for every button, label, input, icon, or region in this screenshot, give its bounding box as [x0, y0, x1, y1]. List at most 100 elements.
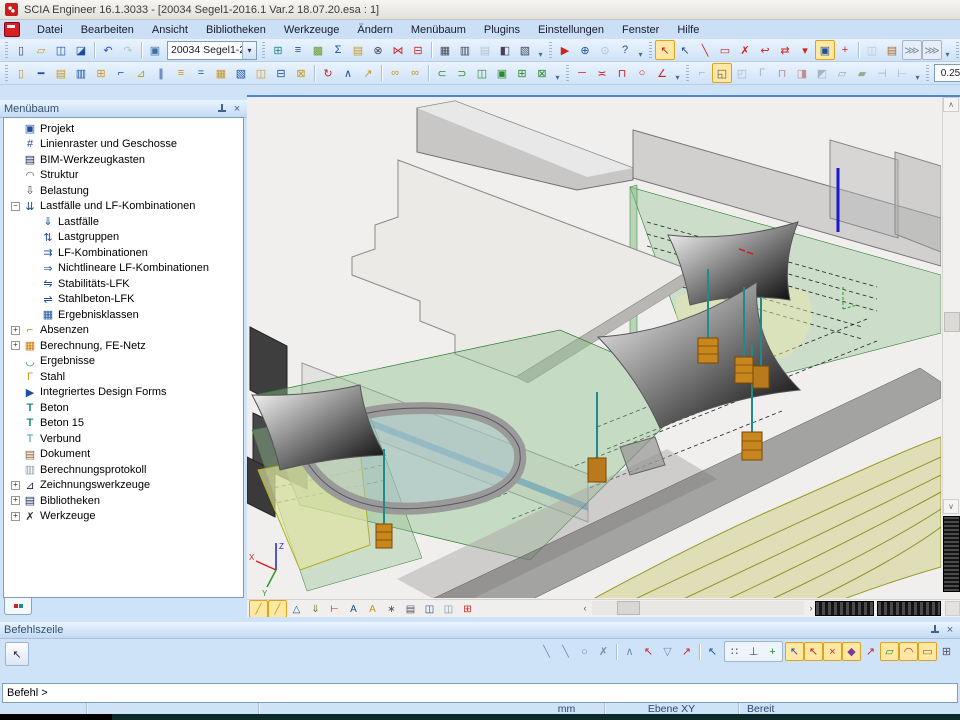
tree-item[interactable]: − ⇊ Lastfälle und LF-Kombinationen — [4, 199, 243, 215]
tree-expander[interactable]: − — [11, 202, 20, 211]
snap-settings-button[interactable]: ↖ — [703, 642, 722, 661]
bim-toolbox-button[interactable]: ⊞ — [268, 40, 288, 60]
draw-panel-button[interactable]: ▧ — [231, 63, 251, 83]
tree-expander[interactable]: + — [11, 481, 20, 490]
draw-line-button[interactable]: ─ — [572, 63, 592, 83]
snap-perpendicular-button[interactable]: ↖ — [639, 642, 658, 661]
dot-grid-button[interactable]: ▭ — [918, 642, 937, 661]
select-single-button[interactable]: ↖ — [675, 40, 695, 60]
document-view-button[interactable]: ▤ — [401, 600, 420, 618]
align-tool-2-button[interactable]: ◱ — [712, 63, 732, 83]
draw-cross-link-button[interactable]: = — [191, 63, 211, 83]
menu-item[interactable]: Bibliotheken — [197, 22, 275, 38]
zoom-selection-button[interactable]: + — [835, 40, 855, 60]
menu-item[interactable]: Menübaum — [402, 22, 475, 38]
toolbar-grip[interactable] — [686, 65, 689, 81]
print-button[interactable]: ▦ — [435, 40, 455, 60]
materials-button[interactable]: Σ — [328, 40, 348, 60]
draw-circle-button[interactable]: ○ — [632, 63, 652, 83]
tree-item[interactable]: # Linienraster und Geschosse — [4, 137, 243, 153]
ucs-button[interactable]: ∧ — [338, 63, 358, 83]
align-tool-6-button[interactable]: ◨ — [792, 63, 812, 83]
refine-mesh-button[interactable]: ⊠ — [291, 63, 311, 83]
tree-item[interactable]: ▤ Dokument — [4, 447, 243, 463]
snap-arc-button[interactable]: ◠ — [899, 642, 918, 661]
load-panel-button[interactable]: ⊟ — [408, 40, 428, 60]
tree-item[interactable]: ⇩ Belastung — [4, 183, 243, 199]
align-tool-1-button[interactable]: ⌐ — [692, 63, 712, 83]
snap-node-button[interactable]: ↖ — [804, 642, 823, 661]
tree-expander[interactable]: + — [11, 341, 20, 350]
cross-sections-button[interactable]: ▩ — [308, 40, 328, 60]
toolbar-grip[interactable] — [5, 65, 8, 81]
align-tool-4-button[interactable]: Γ — [752, 63, 772, 83]
grid-snap-button[interactable]: ∷ — [725, 642, 744, 661]
overflow-chevron-icon[interactable]: ▾ — [535, 41, 546, 59]
vertical-zoom-strip[interactable] — [943, 516, 960, 592]
tree-item[interactable]: ⇓ Lastfälle — [4, 214, 243, 230]
tree-tab[interactable] — [4, 598, 32, 615]
overflow-chevron-icon[interactable]: ▾ — [912, 64, 923, 82]
draw-wall-button[interactable]: ⊞ — [91, 63, 111, 83]
scroll-up-arrow[interactable]: ∧ — [943, 97, 959, 112]
grid-step-spinner[interactable]: 0.25 ▲▼ — [934, 64, 960, 82]
support-display-button[interactable]: ⊢ — [325, 600, 344, 618]
snap-direction-button[interactable]: ↗ — [677, 642, 696, 661]
select-filter-button[interactable]: ▾ — [795, 40, 815, 60]
tree-item[interactable]: ▶ Integriertes Design Forms — [4, 385, 243, 401]
zoom-button[interactable]: ⊕ — [575, 40, 595, 60]
draw-beam-button[interactable]: ━ — [31, 63, 51, 83]
overflow-chevron-icon[interactable]: ▾ — [635, 41, 646, 59]
table-input-button[interactable]: ↻ — [318, 63, 338, 83]
tree-item[interactable]: ⇋ Stabilitäts-LFK — [4, 276, 243, 292]
project-manager-button[interactable]: ▣ — [145, 40, 165, 60]
calculation-button[interactable]: ▶ — [555, 40, 575, 60]
snap-off-button[interactable]: ✗ — [594, 642, 613, 661]
overflow-chevron-icon[interactable]: ▾ — [672, 64, 683, 82]
draw-rib-button[interactable]: ⊿ — [131, 63, 151, 83]
window-2-button[interactable]: ◫ — [439, 600, 458, 618]
axis-snap-button[interactable]: ⊥ — [744, 642, 763, 661]
multicopy-button[interactable]: ∞ — [405, 63, 425, 83]
select-invert-button[interactable]: ⇄ — [775, 40, 795, 60]
snap-endpoint-button[interactable]: ╲ — [537, 642, 556, 661]
tree-item[interactable]: ▤ BIM-Werkzeugkasten — [4, 152, 243, 168]
tree-item[interactable]: ⇉ LF-Kombinationen — [4, 245, 243, 261]
menu-item[interactable]: Plugins — [475, 22, 529, 38]
link-nodes-button[interactable]: ◫ — [472, 63, 492, 83]
tree-item[interactable]: ⇅ Lastgruppen — [4, 230, 243, 246]
draw-core-button[interactable]: ◫ — [251, 63, 271, 83]
layer-pen-1-button[interactable]: ╱ — [249, 600, 268, 618]
export-button[interactable]: ◧ — [495, 40, 515, 60]
toolbar-grip[interactable] — [566, 65, 569, 81]
load-display-button[interactable]: ⇓ — [306, 600, 325, 618]
tree-item[interactable]: ⇒ Nichtlineare LF-Kombinationen — [4, 261, 243, 277]
deselect-all-button[interactable]: ✗ — [735, 40, 755, 60]
paste-button[interactable]: ▤ — [882, 40, 902, 60]
align-tool-5-button[interactable]: ⊓ — [772, 63, 792, 83]
disconnect-members-button[interactable]: ⊃ — [452, 63, 472, 83]
horizontal-zoom-strip-2[interactable] — [877, 601, 941, 616]
draw-opening-button[interactable]: ⌐ — [111, 63, 131, 83]
tree-expander[interactable]: + — [11, 496, 20, 505]
draw-plate-button[interactable]: ▥ — [71, 63, 91, 83]
draw-rectangle-button[interactable]: ⊓ — [612, 63, 632, 83]
draw-angle-button[interactable]: ∠ — [652, 63, 672, 83]
tree-item[interactable]: T Beton — [4, 400, 243, 416]
menu-item[interactable]: Ansicht — [143, 22, 197, 38]
rigid-arm-button[interactable]: ⊞ — [512, 63, 532, 83]
label-display-2-button[interactable]: A — [363, 600, 382, 618]
measure-button[interactable]: ⊙ — [595, 40, 615, 60]
toolbar-grip[interactable] — [5, 42, 8, 58]
connections-button[interactable]: ⋈ — [388, 40, 408, 60]
save-all-button[interactable]: ◫ — [51, 40, 71, 60]
snap-midpoint-button[interactable]: ╲ — [556, 642, 575, 661]
tree-item[interactable]: T Verbund — [4, 431, 243, 447]
solver-setup-button[interactable]: ⊗ — [368, 40, 388, 60]
scroll-down-arrow[interactable]: ∨ — [943, 499, 959, 514]
tree-item[interactable]: + ▤ Bibliotheken — [4, 493, 243, 509]
select-add-button[interactable]: ↖ — [655, 40, 675, 60]
select-previous-button[interactable]: ↩ — [755, 40, 775, 60]
teleport-out-button[interactable]: ⋙ — [902, 40, 922, 60]
close-icon[interactable]: × — [944, 625, 956, 635]
